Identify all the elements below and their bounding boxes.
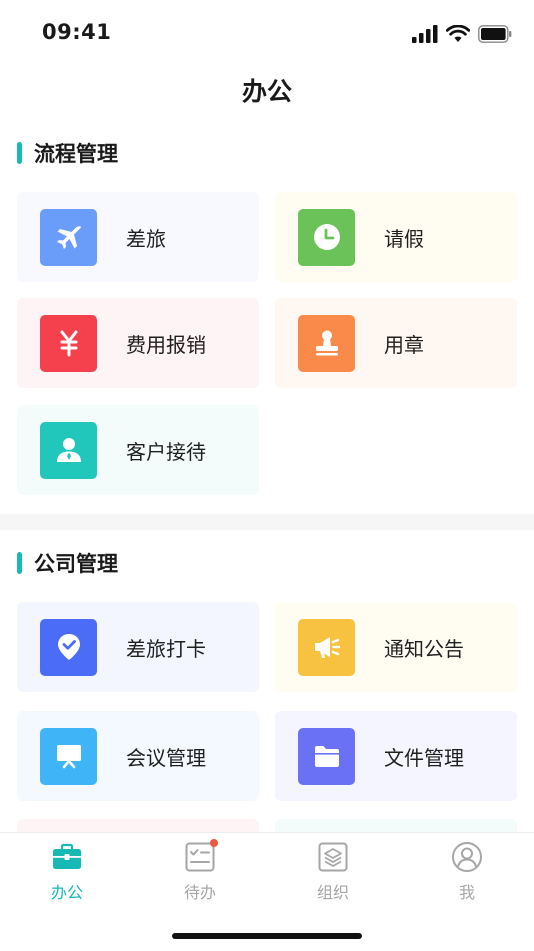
status-icons: [412, 22, 512, 46]
reception-icon: [40, 421, 97, 479]
briefcase-icon: [53, 843, 81, 869]
card-travel[interactable]: 差旅: [17, 192, 259, 282]
tab-todo[interactable]: 待办: [155, 839, 245, 903]
card-label: 用章: [384, 332, 424, 357]
section-header-process: 流程管理: [17, 140, 118, 166]
megaphone-icon: [298, 618, 355, 676]
card-label: 费用报销: [126, 332, 206, 357]
card-expense-reimbursement[interactable]: 费用报销: [17, 298, 259, 388]
location-check-icon: [40, 618, 97, 676]
card-label: 通知公告: [384, 636, 464, 661]
wifi-icon: [446, 25, 470, 42]
tab-organization[interactable]: 组织: [288, 841, 378, 903]
section-accent-bar: [17, 552, 22, 574]
stamp-icon: [298, 314, 355, 372]
card-label: 请假: [384, 226, 424, 251]
tab-me[interactable]: 我: [422, 841, 512, 903]
cellular-signal-icon: [412, 25, 438, 43]
section-divider: [0, 514, 534, 530]
todo-badge-dot: [210, 839, 218, 847]
tab-label: 组织: [316, 883, 349, 902]
section-title: 流程管理: [34, 142, 118, 166]
card-client-reception[interactable]: 客户接待: [17, 405, 259, 495]
tab-label: 我: [458, 883, 475, 902]
home-indicator: [172, 933, 362, 939]
battery-icon: [478, 25, 512, 43]
profile-icon: [452, 842, 482, 872]
card-label: 差旅打卡: [126, 636, 206, 661]
card-label: 差旅: [126, 226, 166, 251]
section-header-company: 公司管理: [17, 550, 118, 576]
yen-icon: [40, 314, 97, 372]
tab-label: 待办: [183, 883, 216, 902]
card-seal-usage[interactable]: 用章: [275, 298, 517, 388]
tab-label: 办公: [50, 883, 83, 902]
presentation-icon: [40, 727, 97, 785]
section-accent-bar: [17, 142, 22, 164]
airplane-icon: [40, 208, 97, 266]
section-title: 公司管理: [34, 552, 118, 576]
clock-icon: [298, 208, 355, 266]
card-meeting-management[interactable]: 会议管理: [17, 711, 259, 801]
card-label: 会议管理: [126, 745, 206, 770]
page-title: 办公: [241, 77, 292, 106]
folder-icon: [298, 727, 355, 785]
status-time: 09:41: [42, 20, 112, 44]
layers-icon: [318, 842, 348, 872]
card-label: 文件管理: [384, 745, 464, 770]
status-bar: 09:41: [0, 0, 534, 66]
card-announcements[interactable]: 通知公告: [275, 602, 517, 692]
card-label: 客户接待: [126, 439, 206, 464]
card-leave[interactable]: 请假: [275, 192, 517, 282]
card-file-management[interactable]: 文件管理: [275, 711, 517, 801]
card-travel-checkin[interactable]: 差旅打卡: [17, 602, 259, 692]
tab-office[interactable]: 办公: [22, 841, 112, 903]
